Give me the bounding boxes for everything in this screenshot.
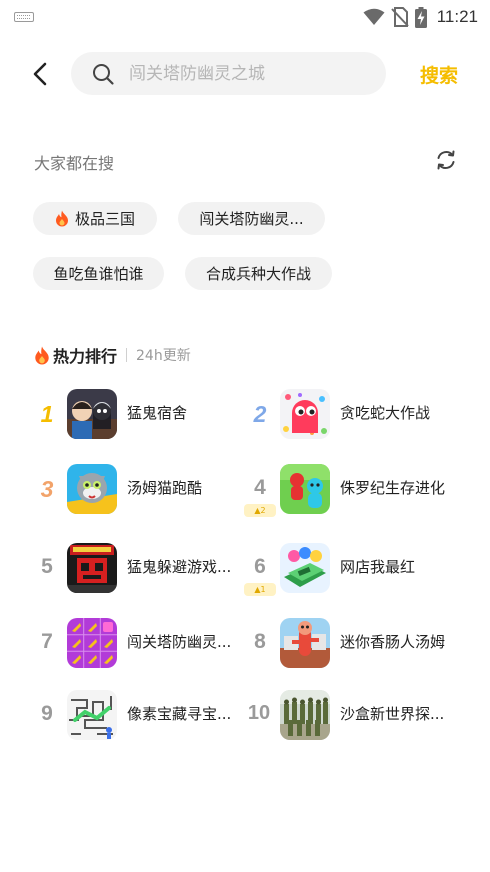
status-icons: 11:21 <box>363 6 478 28</box>
hot-search-chip[interactable]: 闯关塔防幽灵... <box>178 202 325 235</box>
game-icon <box>67 690 117 740</box>
game-icon <box>67 389 117 439</box>
status-time: 11:21 <box>436 7 478 26</box>
ranking-header: 热力排行 24h更新 <box>34 343 191 367</box>
rank-change-value: 2 <box>260 506 266 515</box>
ranking-item[interactable]: 10 沙盒新世界探... <box>245 690 465 744</box>
battery-charging-icon <box>414 6 427 28</box>
hot-search-label: 合成兵种大作战 <box>205 265 311 283</box>
search-box[interactable] <box>71 52 386 95</box>
game-name: 像素宝藏寻宝... <box>127 705 232 723</box>
ranking-item[interactable]: 8 迷你香肠人汤姆 <box>245 618 465 672</box>
hot-search-chip[interactable]: 合成兵种大作战 <box>185 257 332 290</box>
rank-number: 10 <box>247 702 271 724</box>
status-bar: 11:21 <box>0 0 490 34</box>
hot-search-chip[interactable]: 极品三国 <box>33 202 157 235</box>
keyboard-icon <box>14 12 34 22</box>
ranking-subtitle: 24h更新 <box>136 348 191 364</box>
rank-number: 7 <box>41 630 53 653</box>
ranking-item[interactable]: 9 像素宝藏寻宝... <box>32 690 252 744</box>
game-name: 猛鬼宿舍 <box>127 404 188 422</box>
rank-number: 3 <box>40 476 54 502</box>
rank-change-badge: ▲2 <box>244 504 276 517</box>
game-icon <box>280 389 330 439</box>
rank-number: 2 <box>253 401 267 427</box>
game-name: 侏罗纪生存进化 <box>340 479 446 497</box>
rank-number: 9 <box>41 702 53 725</box>
game-name: 猛鬼躲避游戏... <box>127 558 232 576</box>
rank-change-value: 1 <box>260 585 266 594</box>
rank-number: 4 <box>254 476 266 499</box>
search-button[interactable]: 搜索 <box>408 60 470 88</box>
game-icon <box>67 618 117 668</box>
search-icon <box>93 63 114 85</box>
ranking-item[interactable]: 2 贪吃蛇大作战 <box>245 389 465 443</box>
hot-searches-title: 大家都在搜 <box>34 154 115 173</box>
flame-icon <box>55 210 68 227</box>
flame-icon <box>35 346 49 364</box>
ranking-item[interactable]: 6 ▲1 网店我最红 <box>244 543 465 597</box>
game-name: 贪吃蛇大作战 <box>340 404 431 422</box>
wifi-icon <box>363 8 385 25</box>
no-sim-icon <box>390 7 409 27</box>
rank-number: 8 <box>254 630 266 653</box>
game-name: 迷你香肠人汤姆 <box>340 633 446 651</box>
game-icon <box>67 464 117 514</box>
game-icon <box>280 464 330 514</box>
game-icon <box>67 543 117 593</box>
ranking-item[interactable]: 7 闯关塔防幽灵... <box>32 618 252 672</box>
ranking-item[interactable]: 1 猛鬼宿舍 <box>32 389 252 443</box>
refresh-button[interactable] <box>432 146 460 174</box>
game-name: 闯关塔防幽灵... <box>127 633 232 651</box>
game-icon <box>280 618 330 668</box>
hot-search-label: 闯关塔防幽灵... <box>199 210 304 228</box>
game-icon <box>280 543 330 593</box>
chevron-left-icon <box>33 62 47 86</box>
refresh-icon <box>437 150 455 170</box>
search-input[interactable] <box>129 63 369 84</box>
rank-number: 5 <box>41 555 53 578</box>
ranking-item[interactable]: 3 汤姆猫跑酷 <box>32 464 252 518</box>
hot-search-chip[interactable]: 鱼吃鱼谁怕谁 <box>33 257 164 290</box>
back-button[interactable] <box>24 57 56 91</box>
rank-number: 1 <box>40 401 54 427</box>
divider <box>126 348 128 362</box>
ranking-item[interactable]: 5 猛鬼躲避游戏... <box>32 543 252 597</box>
game-name: 沙盒新世界探... <box>340 705 445 723</box>
rank-change-badge: ▲1 <box>244 583 276 596</box>
game-icon <box>280 690 330 740</box>
rank-number: 6 <box>254 555 266 578</box>
ranking-title: 热力排行 <box>53 347 118 366</box>
hot-search-label: 极品三国 <box>74 210 135 228</box>
game-name: 汤姆猫跑酷 <box>127 479 203 497</box>
ranking-item[interactable]: 4 ▲2 侏罗纪生存进化 <box>244 464 465 518</box>
game-name: 网店我最红 <box>340 558 416 576</box>
hot-search-label: 鱼吃鱼谁怕谁 <box>53 265 144 283</box>
